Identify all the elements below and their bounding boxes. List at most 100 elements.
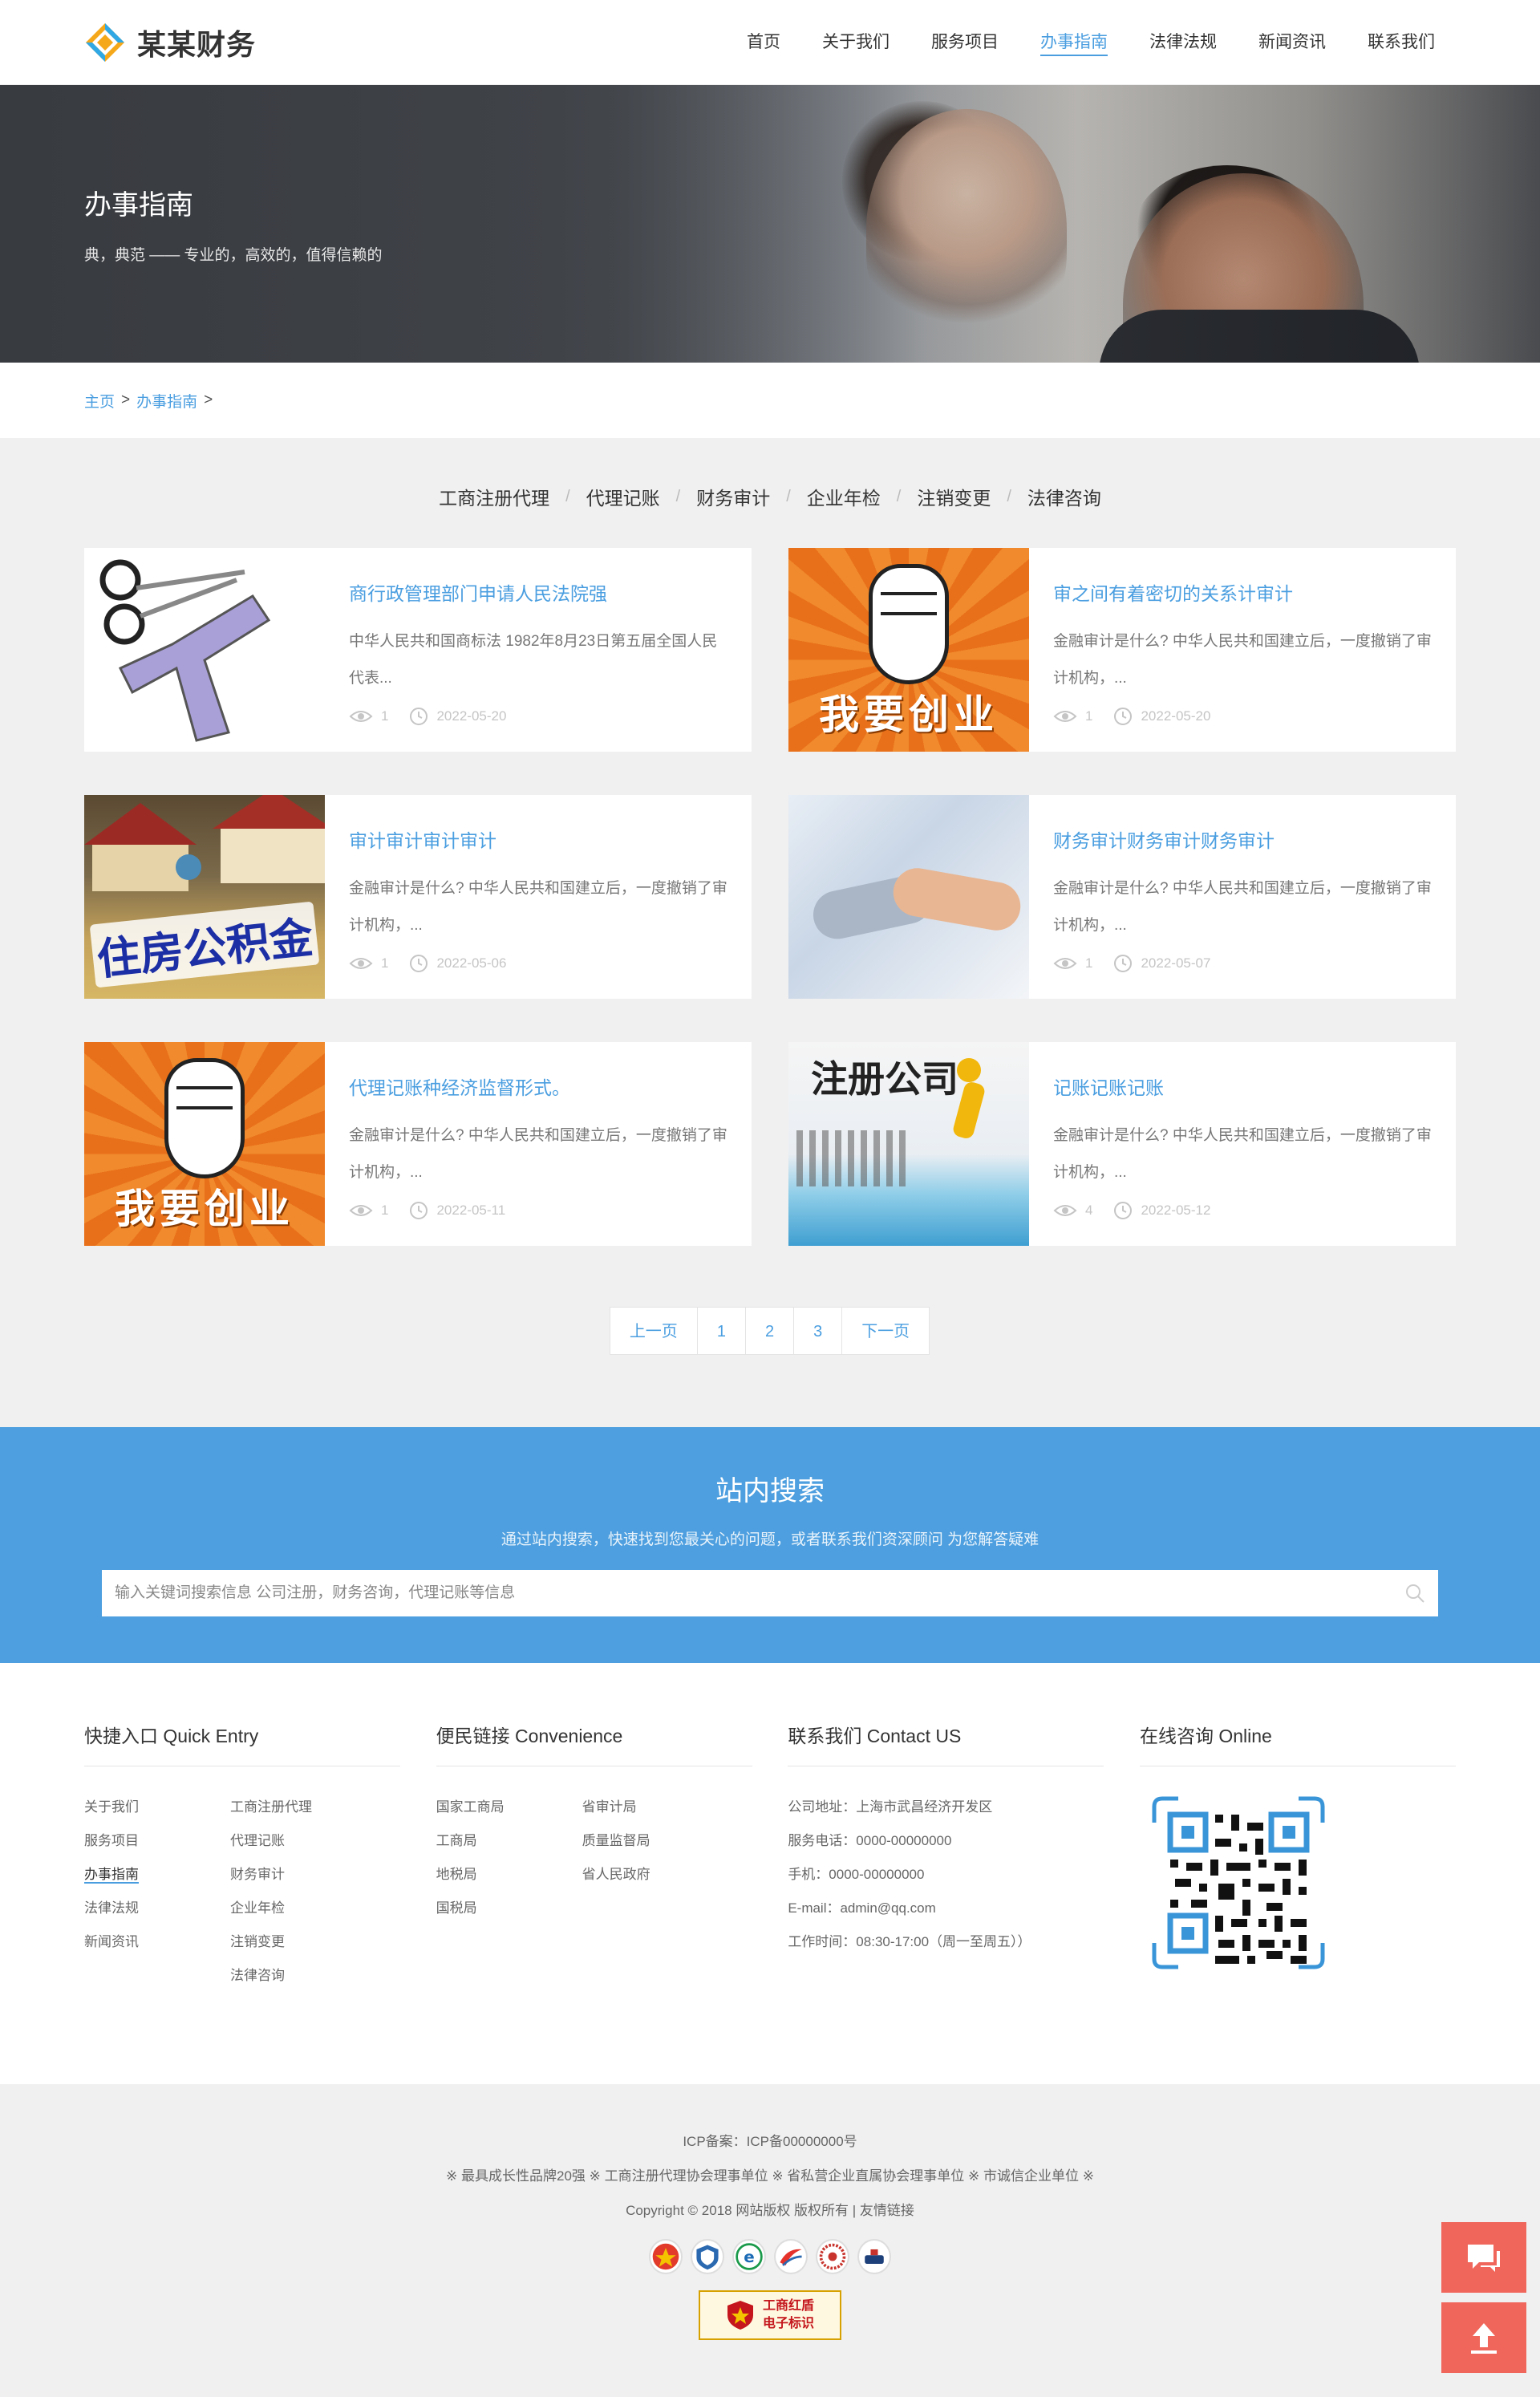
search-subtitle: 通过站内搜索，快速找到您最关心的问题，或者联系我们资深顾问 为您解答疑难 bbox=[500, 1531, 1040, 1548]
contact-mobile: 手机：0000-00000000 bbox=[788, 1867, 925, 1882]
article-thumbnail[interactable]: 我要创业 bbox=[788, 548, 1029, 752]
article-card[interactable]: 我要创业 代理记账种经济监督形式。 金融审计是什么? 中华人民共和国建立后，一度… bbox=[84, 1042, 752, 1246]
nav-contact[interactable]: 联系我们 bbox=[1347, 0, 1456, 85]
police-car-badge-icon[interactable] bbox=[857, 2239, 891, 2274]
tab-separator: / bbox=[565, 487, 570, 505]
article-date: 2022-05-06 bbox=[436, 955, 507, 971]
honors-text: ※ 最具成长性品牌20强 ※ 工商注册代理协会理事单位 ※ 省私营企业直属协会理… bbox=[446, 2168, 1094, 2184]
main-nav: 首页 关于我们 服务项目 办事指南 法律法规 新闻资讯 联系我们 bbox=[726, 0, 1456, 85]
article-title[interactable]: 代理记账种经济监督形式。 bbox=[349, 1073, 727, 1100]
view-count: 1 bbox=[381, 955, 389, 971]
article-card[interactable]: 财务审计财务审计财务审计 金融审计是什么? 中华人民共和国建立后，一度撤销了审计… bbox=[788, 795, 1456, 999]
clock-icon bbox=[1114, 708, 1133, 725]
logo-diamond-icon bbox=[86, 23, 124, 62]
article-thumbnail[interactable] bbox=[788, 795, 1029, 999]
nav-about[interactable]: 关于我们 bbox=[801, 0, 910, 85]
view-count: 4 bbox=[1085, 1203, 1093, 1218]
nav-services[interactable]: 服务项目 bbox=[910, 0, 1019, 85]
footer-link[interactable]: 注销变更 bbox=[230, 1925, 376, 1959]
article-title[interactable]: 记账记账记账 bbox=[1053, 1073, 1432, 1100]
article-card[interactable]: 注册公司 记账记账记账 金融审计是什么? 中华人民共和国建立后，一度撤销了审计机… bbox=[788, 1042, 1456, 1246]
search-icon[interactable] bbox=[1404, 1583, 1425, 1604]
page-1-button[interactable]: 1 bbox=[696, 1307, 746, 1355]
footer-link[interactable]: 企业年检 bbox=[230, 1892, 376, 1925]
footer-link[interactable]: 法律法规 bbox=[84, 1892, 230, 1925]
footer-link[interactable]: 地税局 bbox=[436, 1858, 582, 1892]
logo[interactable]: 某某财务 bbox=[84, 22, 256, 63]
footer-link[interactable]: 国税局 bbox=[436, 1892, 582, 1925]
shield-badge-icon[interactable] bbox=[691, 2239, 724, 2274]
red-shield-badge[interactable]: 工商红盾 电子标识 bbox=[699, 2290, 841, 2340]
article-thumbnail[interactable]: 我要创业 bbox=[84, 1042, 325, 1246]
prev-page-button[interactable]: 上一页 bbox=[609, 1307, 698, 1355]
article-excerpt: 金融审计是什么? 中华人民共和国建立后，一度撤销了审计机构，... bbox=[1053, 880, 1432, 934]
article-excerpt: 金融审计是什么? 中华人民共和国建立后，一度撤销了审计机构，... bbox=[349, 1127, 727, 1181]
tab-deregistration[interactable]: 注销变更 bbox=[906, 483, 1002, 510]
nav-home[interactable]: 首页 bbox=[726, 0, 801, 85]
footer-link[interactable]: 关于我们 bbox=[84, 1791, 230, 1824]
seal-badge-icon[interactable] bbox=[816, 2239, 849, 2274]
nav-guide[interactable]: 办事指南 bbox=[1019, 0, 1129, 85]
article-title[interactable]: 审计审计审计审计 bbox=[349, 825, 727, 853]
tab-separator: / bbox=[786, 487, 791, 505]
page-2-button[interactable]: 2 bbox=[744, 1307, 795, 1355]
chat-float-button[interactable] bbox=[1441, 2222, 1526, 2293]
brand-name: 某某财务 bbox=[137, 28, 257, 61]
tab-legal-consult[interactable]: 法律咨询 bbox=[1016, 483, 1112, 510]
eye-icon bbox=[1053, 1205, 1077, 1216]
breadcrumb-current[interactable]: 办事指南 bbox=[136, 390, 197, 412]
convenience-column: 便民链接 Convenience 国家工商局 工商局 地税局 国税局 省审计局 … bbox=[436, 1721, 752, 1993]
breadcrumb: 主页 > 办事指南 > bbox=[84, 363, 1456, 438]
article-card[interactable]: 商行政管理部门申请人民法院强 中华人民共和国商标法 1982年8月23日第五届全… bbox=[84, 548, 752, 752]
contact-hours: 工作时间：08:30-17:00（周一至周五）） bbox=[788, 1934, 1031, 1949]
footer-link[interactable]: 工商注册代理 bbox=[230, 1791, 376, 1824]
article-card[interactable]: 住房公积金 审计审计审计审计 金融审计是什么? 中华人民共和国建立后，一度撤销了… bbox=[84, 795, 752, 999]
search-title: 站内搜索 bbox=[715, 1476, 825, 1507]
page-banner: 办事指南 典，典范 —— 专业的，高效的，值得信赖的 bbox=[0, 85, 1540, 363]
next-page-button[interactable]: 下一页 bbox=[841, 1307, 930, 1355]
article-date: 2022-05-07 bbox=[1141, 955, 1211, 971]
tab-bookkeeping[interactable]: 代理记账 bbox=[575, 483, 671, 510]
footer-link[interactable]: 代理记账 bbox=[230, 1824, 376, 1858]
icp-record[interactable]: ICP备案：ICP备00000000号 bbox=[0, 2124, 1540, 2159]
clock-icon bbox=[410, 708, 428, 725]
footer-link[interactable]: 服务项目 bbox=[84, 1824, 230, 1858]
contact-title: 联系我们 Contact US bbox=[788, 1721, 1104, 1766]
article-thumbnail[interactable]: 注册公司 bbox=[788, 1042, 1029, 1246]
article-thumbnail[interactable]: 住房公积金 bbox=[84, 795, 325, 999]
footer-link[interactable]: 法律咨询 bbox=[230, 1959, 376, 1993]
banner-title: 办事指南 bbox=[84, 190, 193, 221]
article-card[interactable]: 我要创业 审之间有着密切的关系计审计 金融审计是什么? 中华人民共和国建立后，一… bbox=[788, 548, 1456, 752]
wave-badge-icon[interactable] bbox=[774, 2239, 808, 2274]
article-meta: 1 2022-05-20 bbox=[349, 707, 727, 726]
breadcrumb-home[interactable]: 主页 bbox=[84, 390, 115, 412]
article-title[interactable]: 商行政管理部门申请人民法院强 bbox=[349, 578, 727, 606]
footer-link[interactable]: 财务审计 bbox=[230, 1858, 376, 1892]
police-badge-icon[interactable] bbox=[649, 2239, 683, 2274]
tab-annual-inspection[interactable]: 企业年检 bbox=[796, 483, 892, 510]
tab-separator: / bbox=[896, 487, 902, 505]
search-input[interactable] bbox=[102, 1570, 1438, 1616]
footer-link[interactable]: 新闻资讯 bbox=[84, 1925, 230, 1959]
article-title[interactable]: 财务审计财务审计财务审计 bbox=[1053, 825, 1432, 853]
footer-link[interactable]: 工商局 bbox=[436, 1824, 582, 1858]
footer-link[interactable]: 省人民政府 bbox=[582, 1858, 728, 1892]
article-meta: 1 2022-05-11 bbox=[349, 1201, 727, 1220]
certification-badges: e bbox=[0, 2239, 1540, 2274]
footer-link-active[interactable]: 办事指南 bbox=[84, 1858, 230, 1892]
article-excerpt: 金融审计是什么? 中华人民共和国建立后，一度撤销了审计机构，... bbox=[1053, 1127, 1432, 1181]
footer-link[interactable]: 质量监督局 bbox=[582, 1824, 728, 1858]
tab-business-registration[interactable]: 工商注册代理 bbox=[428, 483, 561, 510]
nav-news[interactable]: 新闻资讯 bbox=[1238, 0, 1347, 85]
article-thumbnail[interactable] bbox=[84, 548, 325, 752]
contact-email: E-mail：admin@qq.com bbox=[788, 1900, 936, 1916]
page-3-button[interactable]: 3 bbox=[793, 1307, 843, 1355]
footer-link[interactable]: 国家工商局 bbox=[436, 1791, 582, 1824]
copyright-bar: ICP备案：ICP备00000000号 ※ 最具成长性品牌20强 ※ 工商注册代… bbox=[0, 2084, 1540, 2397]
tab-audit[interactable]: 财务审计 bbox=[685, 483, 781, 510]
back-to-top-button[interactable] bbox=[1441, 2302, 1526, 2373]
nav-laws[interactable]: 法律法规 bbox=[1129, 0, 1238, 85]
article-title[interactable]: 审之间有着密切的关系计审计 bbox=[1053, 578, 1432, 606]
e-badge-icon[interactable]: e bbox=[732, 2239, 766, 2274]
footer-link[interactable]: 省审计局 bbox=[582, 1791, 728, 1824]
